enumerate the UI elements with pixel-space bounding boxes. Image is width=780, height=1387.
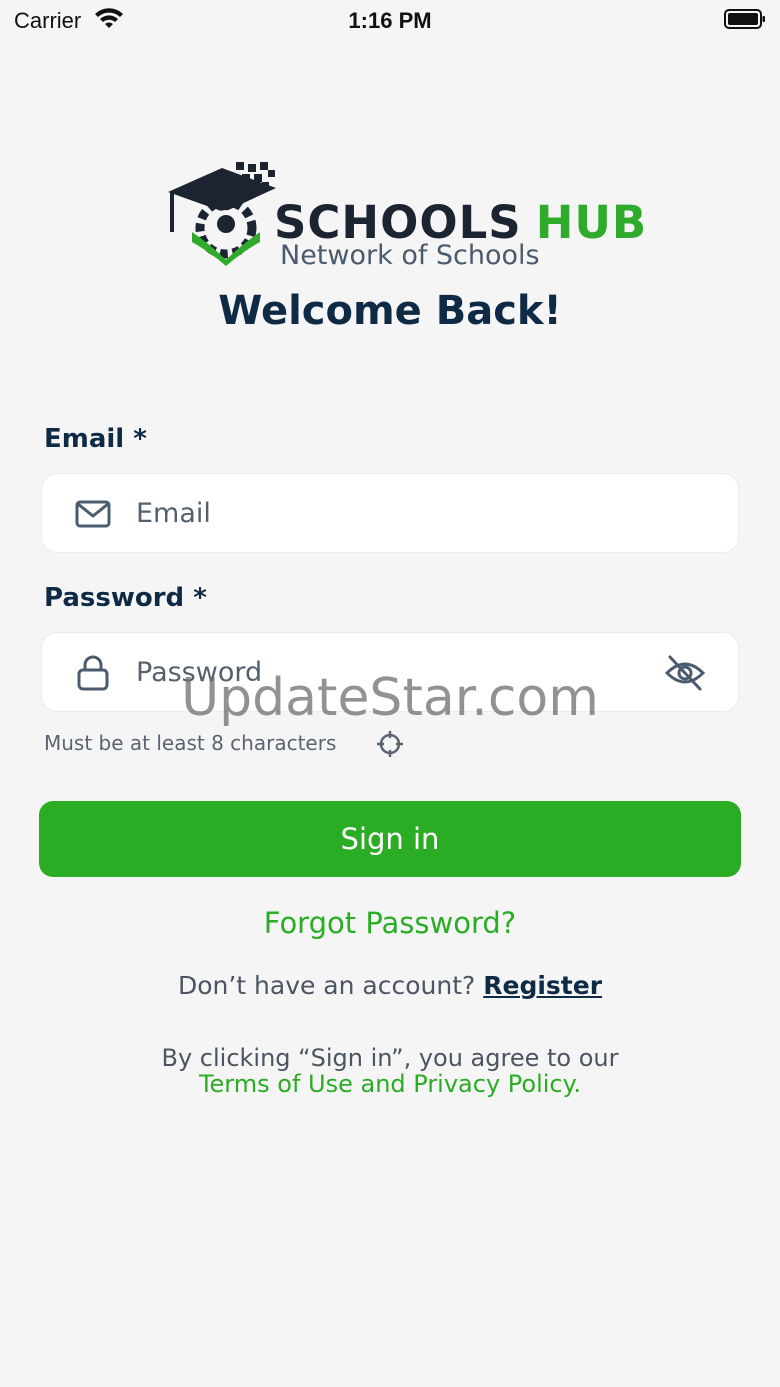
- password-input[interactable]: [136, 633, 636, 711]
- email-input[interactable]: [136, 474, 636, 552]
- brand-name-hub: HUB: [535, 196, 648, 249]
- email-label: Email *: [44, 424, 147, 454]
- legal-notice: By clicking “Sign in”, you agree to our: [161, 1044, 619, 1072]
- email-field[interactable]: [41, 473, 739, 553]
- forgot-password-link[interactable]: Forgot Password?: [0, 906, 780, 940]
- terms-privacy-link[interactable]: Terms of Use and Privacy Policy.: [0, 1070, 780, 1098]
- crosshair-icon: [377, 731, 403, 757]
- password-field[interactable]: [41, 632, 739, 712]
- password-hint: Must be at least 8 characters: [44, 731, 337, 755]
- status-bar: Carrier 1:16 PM: [0, 0, 780, 42]
- lock-icon: [77, 655, 109, 691]
- brand-tagline: Network of Schools: [280, 240, 540, 271]
- graduation-cap-gear-icon: [168, 162, 276, 266]
- register-link[interactable]: Register: [483, 971, 602, 1000]
- sign-in-button[interactable]: Sign in: [39, 801, 741, 877]
- battery-icon: [724, 9, 765, 29]
- mail-icon: [75, 500, 111, 528]
- no-account-text: Don’t have an account?: [177, 971, 476, 1000]
- password-label: Password *: [44, 583, 207, 613]
- status-time: 1:16 PM: [348, 8, 432, 33]
- eye-off-icon[interactable]: [664, 653, 706, 693]
- welcome-title: Welcome Back!: [218, 288, 562, 334]
- schools-hub-logo: SCHOOLS HUB Network of Schools: [164, 158, 646, 274]
- register-prompt: Don’t have an account? Register: [0, 971, 780, 1000]
